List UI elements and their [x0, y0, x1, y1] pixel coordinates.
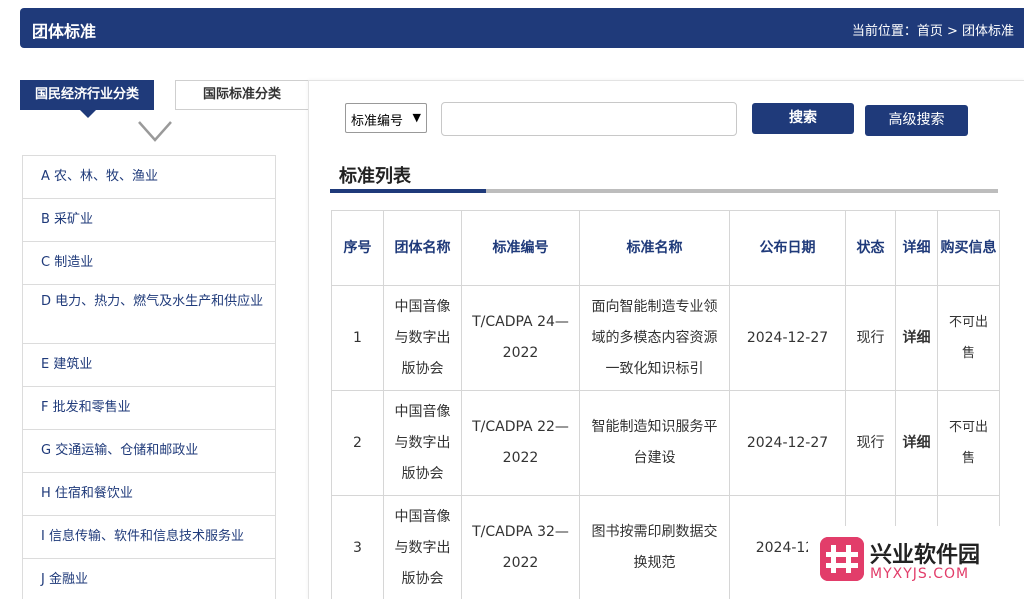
cell-org: 中国音像与数字出版协会: [383, 390, 462, 496]
watermark-subtext: MYXYJS.COM: [870, 566, 970, 582]
category-item-h[interactable]: H 住宿和餐饮业: [23, 473, 275, 516]
cell-no: 2: [331, 390, 384, 496]
watermark-logo-icon: [820, 537, 864, 581]
category-item-c[interactable]: C 制造业: [23, 242, 275, 285]
search-field-select[interactable]: 标准编号 ▼: [345, 103, 427, 133]
site-watermark: 兴业软件园 MYXYJS.COM: [808, 526, 1024, 599]
select-caret-icon: ▼: [412, 111, 421, 124]
category-item-g[interactable]: G 交通运输、仓储和邮政业: [23, 430, 275, 473]
column-header-name: 标准名称: [579, 210, 730, 286]
category-item-e[interactable]: E 建筑业: [23, 344, 275, 387]
advanced-search-button[interactable]: 高级搜索: [865, 105, 968, 136]
column-header-date: 公布日期: [729, 210, 846, 286]
watermark-text: 兴业软件园: [870, 543, 981, 568]
cell-name: 图书按需印刷数据交换规范: [579, 495, 730, 599]
search-input[interactable]: [441, 102, 737, 136]
page-title: 团体标准: [32, 22, 97, 41]
cell-status: 现行: [845, 285, 896, 391]
tab-national-economy[interactable]: 国民经济行业分类: [20, 80, 154, 118]
cell-no: 3: [331, 495, 384, 599]
page-header: 团体标准 当前位置：首页 > 团体标准: [20, 8, 1024, 48]
column-header-no: 序号: [331, 210, 384, 286]
list-title-divider-accent: [330, 189, 486, 193]
category-item-d[interactable]: D 电力、热力、燃气及水生产和供应业: [23, 285, 275, 344]
cell-status: 现行: [845, 390, 896, 496]
detail-link[interactable]: 详细: [895, 390, 938, 496]
table-row: 1 中国音像与数字出版协会 T/CADPA 24—2022 面向智能制造专业领域…: [331, 285, 1000, 391]
tab-international-standard[interactable]: 国际标准分类: [175, 80, 309, 110]
category-item-i[interactable]: I 信息传输、软件和信息技术服务业: [23, 516, 275, 559]
category-item-a[interactable]: A 农、林、牧、渔业: [23, 156, 275, 199]
cell-name: 面向智能制造专业领域的多模态内容资源一致化知识标引: [579, 285, 730, 391]
search-button[interactable]: 搜索: [752, 103, 854, 134]
category-item-b[interactable]: B 采矿业: [23, 199, 275, 242]
cell-code: T/CADPA 22—2022: [461, 390, 580, 496]
cell-buy: 不可出售: [937, 285, 1000, 391]
column-header-detail: 详细: [895, 210, 938, 286]
cell-name: 智能制造知识服务平台建设: [579, 390, 730, 496]
table-header-row: 序号 团体名称 标准编号 标准名称 公布日期 状态 详细 购买信息: [331, 210, 1000, 286]
breadcrumb[interactable]: 当前位置：首页 > 团体标准: [852, 20, 1014, 39]
table-row: 2 中国音像与数字出版协会 T/CADPA 22—2022 智能制造知识服务平台…: [331, 390, 1000, 496]
cell-code: T/CADPA 32—2022: [461, 495, 580, 599]
column-header-status: 状态: [845, 210, 896, 286]
category-item-j[interactable]: J 金融业: [23, 559, 275, 599]
category-list: A 农、林、牧、渔业 B 采矿业 C 制造业 D 电力、热力、燃气及水生产和供应…: [22, 155, 276, 599]
column-header-org: 团体名称: [383, 210, 462, 286]
category-tabs: 国民经济行业分类 国际标准分类: [20, 80, 309, 118]
cell-date: 2024-12-27: [729, 285, 846, 391]
cell-no: 1: [331, 285, 384, 391]
cell-code: T/CADPA 24—2022: [461, 285, 580, 391]
category-item-f[interactable]: F 批发和零售业: [23, 387, 275, 430]
list-title: 标准列表: [339, 166, 411, 187]
chevron-down-icon[interactable]: [137, 118, 173, 144]
detail-link[interactable]: 详细: [895, 285, 938, 391]
cell-org: 中国音像与数字出版协会: [383, 495, 462, 599]
list-title-divider: [330, 189, 998, 193]
cell-date: 2024-12-27: [729, 390, 846, 496]
cell-org: 中国音像与数字出版协会: [383, 285, 462, 391]
column-header-buy: 购买信息: [937, 210, 1000, 286]
column-header-code: 标准编号: [461, 210, 580, 286]
cell-buy: 不可出售: [937, 390, 1000, 496]
search-field-select-value: 标准编号: [351, 114, 404, 129]
